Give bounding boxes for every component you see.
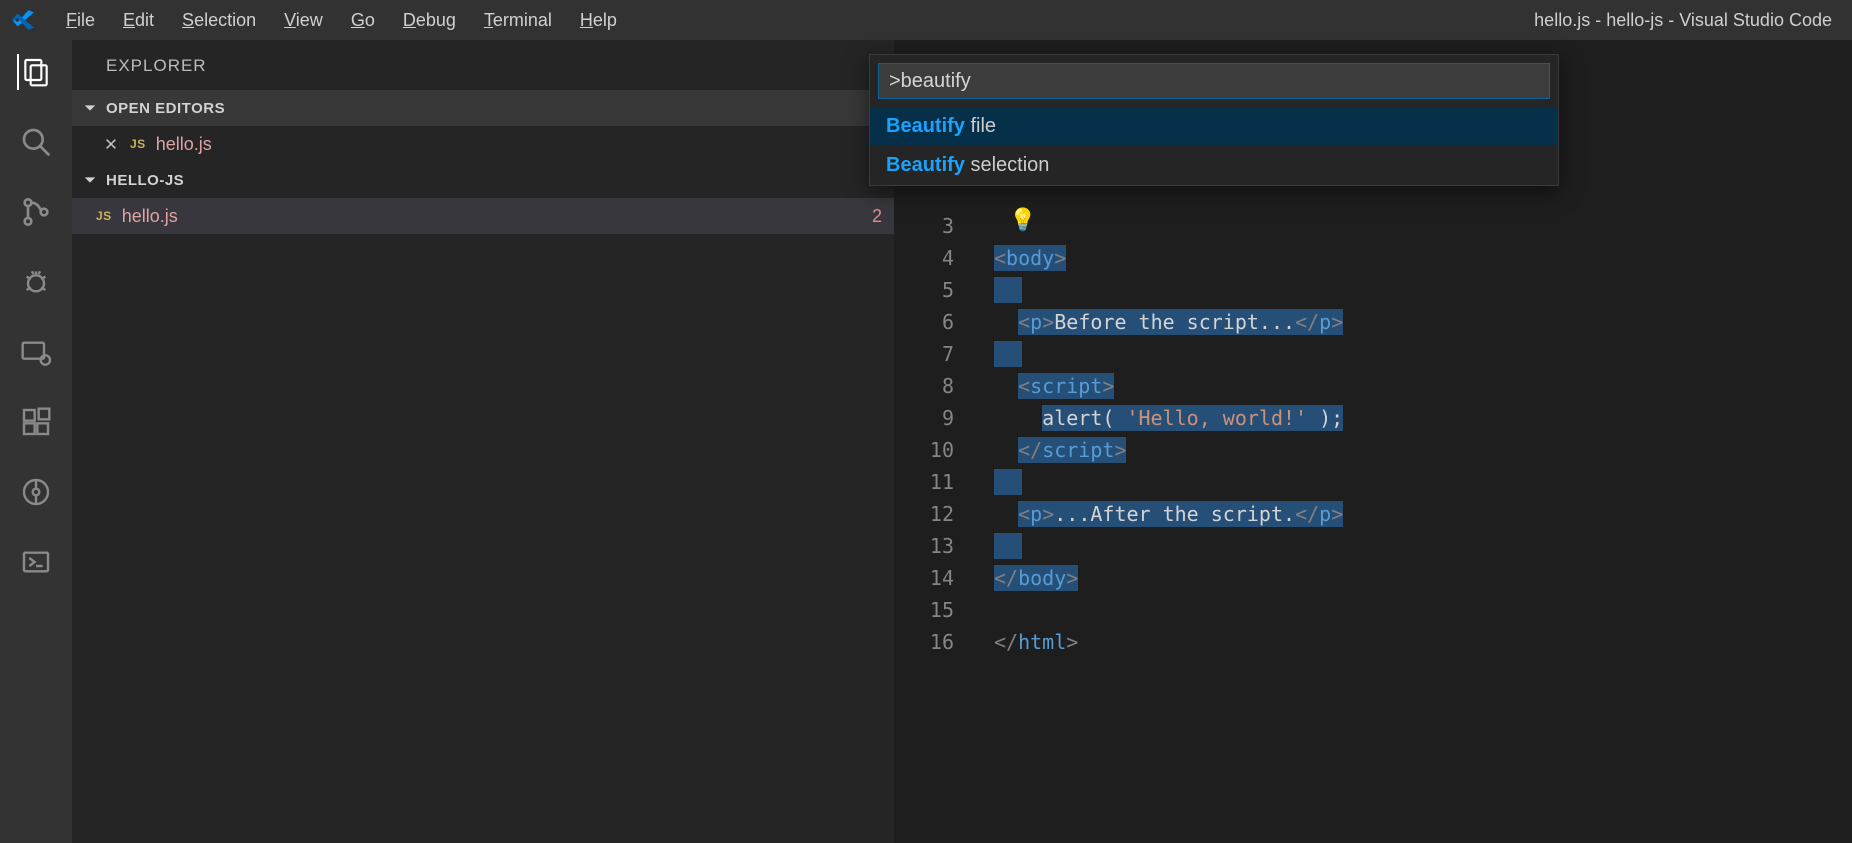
git-lens-icon[interactable] [18,474,54,510]
menu-view[interactable]: View [272,6,335,35]
code-line[interactable] [994,274,1022,306]
menu-terminal[interactable]: Terminal [472,6,564,35]
menu-bar: FileEditSelectionViewGoDebugTerminalHelp [54,6,629,35]
close-icon[interactable] [102,135,120,153]
menu-help[interactable]: Help [568,6,629,35]
code-line[interactable]: <p>...After the script.</p> [994,498,1343,530]
line-number: 8 [894,370,972,402]
activity-bar [0,40,72,843]
titlebar: FileEditSelectionViewGoDebugTerminalHelp… [0,0,1852,40]
file-name: hello.js [156,134,212,155]
problem-count-badge: 2 [872,206,882,227]
code-line[interactable]: </body> [994,562,1078,594]
line-number: 9 [894,402,972,434]
menu-debug[interactable]: Debug [391,6,468,35]
powershell-icon[interactable] [18,544,54,580]
js-file-icon: JS [130,137,146,151]
code-line[interactable] [994,466,1022,498]
code-line[interactable]: <p>Before the script...</p> [994,306,1343,338]
command-palette-item[interactable]: Beautify file [870,107,1558,146]
line-number: 5 [894,274,972,306]
line-number: 12 [894,498,972,530]
file-tree-item[interactable]: JS hello.js 2 [72,198,894,234]
explorer-icon[interactable] [17,54,53,90]
code-line[interactable]: <body> [994,242,1066,274]
code-line[interactable]: </html> [994,626,1078,658]
code-line[interactable]: </script> [994,434,1126,466]
line-number: 6 [894,306,972,338]
open-editor-item[interactable]: JS hello.js [72,126,894,162]
line-number: 3 [894,210,972,242]
menu-go[interactable]: Go [339,6,387,35]
line-number: 7 [894,338,972,370]
window-title: hello.js - hello-js - Visual Studio Code [1534,10,1832,31]
lightbulb-icon[interactable]: 💡 [1009,208,1036,233]
code-line[interactable]: alert( 'Hello, world!' ); [994,402,1343,434]
open-editors-header[interactable]: OPEN EDITORS [72,90,894,126]
line-number: 10 [894,434,972,466]
explorer-title: EXPLORER [72,40,894,90]
code-line[interactable]: <script> [994,370,1114,402]
line-number: 15 [894,594,972,626]
search-icon[interactable] [18,124,54,160]
command-palette-input[interactable] [878,63,1550,99]
vscode-logo-icon [10,7,36,33]
debug-icon[interactable] [18,264,54,300]
folder-label: HELLO-JS [106,172,184,189]
line-number: 4 [894,242,972,274]
line-number: 11 [894,466,972,498]
menu-selection[interactable]: Selection [170,6,268,35]
source-control-icon[interactable] [18,194,54,230]
extensions-icon[interactable] [18,404,54,440]
command-palette-item[interactable]: Beautify selection [870,146,1558,185]
menu-edit[interactable]: Edit [111,6,166,35]
line-number: 13 [894,530,972,562]
remote-icon[interactable] [18,334,54,370]
command-palette: Beautify fileBeautify selection [869,54,1559,186]
open-editors-label: OPEN EDITORS [106,100,225,117]
explorer-sidebar: EXPLORER OPEN EDITORS JS hello.js HELLO-J… [72,40,894,843]
menu-file[interactable]: File [54,6,107,35]
chevron-down-icon [82,172,98,188]
folder-header[interactable]: HELLO-JS [72,162,894,198]
file-name: hello.js [122,206,178,227]
code-line[interactable] [994,338,1022,370]
line-number: 16 [894,626,972,658]
chevron-down-icon [82,100,98,116]
line-number: 14 [894,562,972,594]
code-line[interactable] [994,530,1022,562]
js-file-icon: JS [96,209,112,223]
